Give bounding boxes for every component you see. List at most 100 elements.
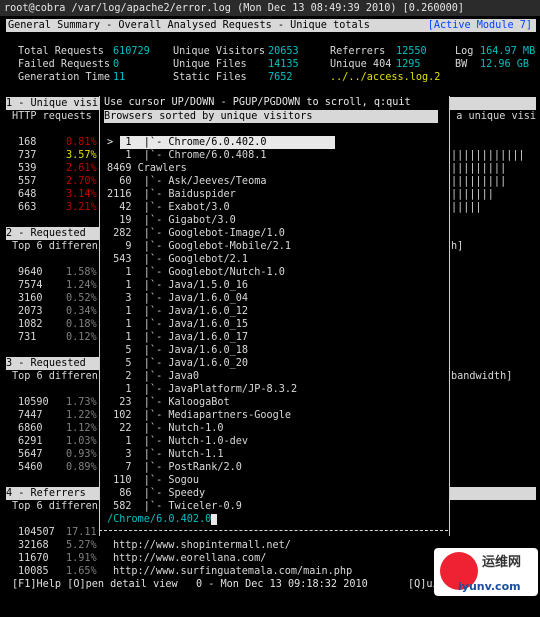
failed-requests-label: Failed Requests [18,59,111,70]
list-item-percent: 1.91% [66,553,97,564]
list-item[interactable]: 1 |`- JavaPlatform/JP-8.3.2 [107,383,297,396]
list-item-percent: 2.70% [66,176,97,187]
log-size-label: Log [455,46,474,57]
section-3-title: 3 - Requested [6,358,86,369]
list-item[interactable]: 1 |`- Java/1.6.0_12 [107,305,248,318]
list-item[interactable]: 2 |`- Java0 [107,370,199,383]
list-item-hits: 6860 [18,423,43,434]
list-item[interactable]: 7 |`- PostRank/2.0 [107,461,242,474]
list-item-hits: 5647 [18,449,43,460]
section-2-header[interactable]: 2 - Requested [6,227,99,240]
referrer-url[interactable]: http://www.eorellana.com/ [113,552,266,565]
unique-files-label: Unique Files [173,59,247,70]
bandwidth-value: 12.96 GB [480,59,530,70]
list-item[interactable]: 19 |`- Gigabot/3.0 [107,214,236,227]
text-cursor [211,514,218,525]
section-4-title: 4 - Referrers [6,488,86,499]
section-1-subtitle: HTTP requests [12,111,98,122]
list-item-percent: 0.81% [66,137,97,148]
unique-404-label: Unique 404 [330,59,392,70]
bar-graph: ||||||||| [451,176,507,187]
section-3-subtitle-right: bandwidth] [451,371,513,382]
unique-files-value: 14135 [268,59,299,70]
referrers-label: Referrers [330,46,386,57]
section-2-subtitle-right: h] [451,241,464,252]
search-query[interactable]: /Chrome/6.0.402.0 [107,514,211,525]
bar-graph: ||||||| [451,189,494,200]
list-item[interactable]: 86 |`- Speedy [107,487,205,500]
list-item[interactable]: 3 |`- Java/1.6.0_04 [107,292,248,305]
list-item[interactable]: 5 |`- Java/1.6.0_20 [107,357,248,370]
list-item[interactable]: 1 |`- Nutch-1.0-dev [107,435,248,448]
list-item[interactable]: 5 |`- Java/1.6.0_18 [107,344,248,357]
generation-time-label: Generation Time [18,72,111,83]
list-item[interactable]: 1 |`- Googlebot/Nutch-1.0 [107,266,284,279]
list-item-hits: 539 [18,163,37,174]
list-item-percent: 5.27% [66,540,97,551]
referrer-url[interactable]: http://www.surfinguatemala.com/main.php [113,565,352,578]
referrer-url[interactable]: http://www.shopintermall.net/ [113,539,291,552]
list-item[interactable]: 1 |`- Java/1.6.0_15 [107,318,248,331]
list-item-hits: 648 [18,189,37,200]
list-item[interactable]: 543 |`- Googlebot/2.1 [107,253,248,266]
list-item-hits: 663 [18,202,37,213]
list-item[interactable]: 102 |`- Mediapartners-Google [107,409,291,422]
list-item[interactable]: 3 |`- Nutch-1.1 [107,448,223,461]
list-item-percent: 17.11 [66,527,97,538]
list-item-hits: 1082 [18,319,43,330]
list-item-percent: 1.65% [66,566,97,577]
window-title: root@cobra /var/log/apache2/error.log (M… [4,3,465,14]
list-item-percent: 0.18% [66,319,97,330]
list-item-percent: 1.58% [66,267,97,278]
list-item-hits: 10085 [18,566,49,577]
list-item-hits: 3160 [18,293,43,304]
watermark-text-url: iyunv.com [458,580,521,593]
static-files-value: 7652 [268,72,293,83]
list-item[interactable]: 1 |`- Chrome/6.0.408.1 [107,149,266,162]
modal-help-text: Use cursor UP/DOWN - PGUP/PGDOWN to scro… [104,97,411,108]
list-item[interactable]: 60 |`- Ask/Jeeves/Teoma [107,175,266,188]
section-1-header[interactable]: 1 - Unique visi [6,97,99,110]
section-1-subtitle-right: d a unique visi [444,111,537,122]
bandwidth-label: BW [455,59,468,70]
list-item[interactable]: 8469 Crawlers [107,162,187,175]
list-item-hits: 9640 [18,267,43,278]
list-item-percent: 0.93% [66,449,97,460]
log-size-value: 164.97 MB [480,46,536,57]
footer-help[interactable]: [F1]Help [O]pen detail view 0 - Mon Dec … [12,578,368,591]
search-input[interactable]: /Chrome/6.0.402.0 [107,513,218,526]
selected-list-item[interactable]: > 1 |`- Chrome/6.0.402.0 [107,136,266,149]
list-item-percent: 2.61% [66,163,97,174]
list-item-hits: 737 [18,150,37,161]
list-item-hits: 557 [18,176,37,187]
modal-bottom-border [99,530,448,532]
list-item-percent: 3.14% [66,189,97,200]
list-item[interactable]: 42 |`- Exabot/3.0 [107,201,229,214]
failed-requests-value: 0 [113,59,120,70]
watermark-text-cn: 运维网 [482,555,522,570]
section-2-title: 2 - Requested [6,228,86,239]
list-item[interactable]: 9 |`- Googlebot-Mobile/2.1 [107,240,291,253]
list-item[interactable]: 1 |`- Java/1.6.0_17 [107,331,248,344]
list-item-percent: 1.22% [66,410,97,421]
list-item[interactable]: 2116 |`- Baiduspider [107,188,236,201]
list-item[interactable]: 1 |`- Java/1.5.0_16 [107,279,248,292]
list-item[interactable]: 23 |`- KaloogaBot [107,396,229,409]
list-item-percent: 0.52% [66,293,97,304]
summary-title: General Summary - Overall Analysed Reque… [8,20,370,31]
section-4-header[interactable]: 4 - Referrers [6,487,99,500]
total-requests-label: Total Requests [18,46,104,57]
list-item-percent: 0.12% [66,332,97,343]
list-item[interactable]: 110 |`- Sogou [107,474,199,487]
list-item[interactable]: 582 |`- Twiceler-0.9 [107,500,242,513]
modal-title: Browsers sorted by unique visitors [104,111,313,122]
modal-help-bar: Use cursor UP/DOWN - PGUP/PGDOWN to scro… [104,96,438,109]
list-item-percent: 1.73% [66,397,97,408]
section-1-title: 1 - Unique visi [6,98,99,109]
window-titlebar: root@cobra /var/log/apache2/error.log (M… [0,0,540,16]
list-item[interactable]: 22 |`- Nutch-1.0 [107,422,223,435]
total-requests-value: 610729 [113,46,150,57]
referrers-value: 12550 [396,46,427,57]
list-item[interactable]: 282 |`- Googlebot-Image/1.0 [107,227,285,240]
section-3-header[interactable]: 3 - Requested [6,357,99,370]
